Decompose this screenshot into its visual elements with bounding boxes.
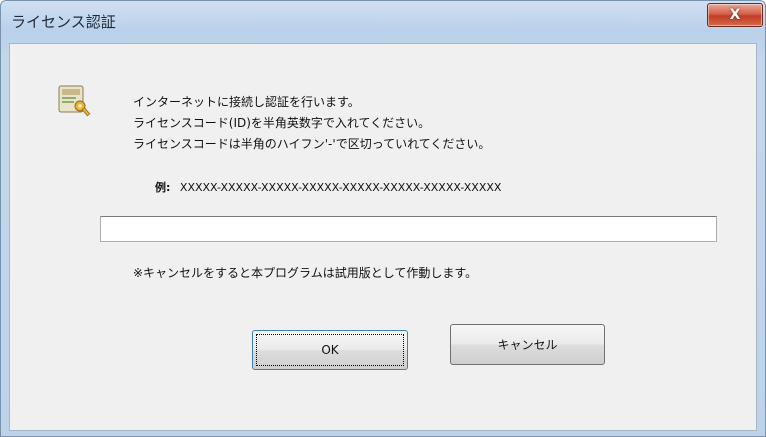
focus-rectangle — [256, 334, 404, 366]
window-title: ライセンス認証 — [11, 13, 116, 31]
code-format-example: 例: XXXXX-XXXXX-XXXXX-XXXXX-XXXXX-XXXXX-X… — [155, 179, 501, 195]
example-value: XXXXX-XXXXX-XXXXX-XXXXX-XXXXX-XXXXX-XXXX… — [179, 181, 502, 194]
license-code-input[interactable] — [100, 216, 717, 242]
cancel-button[interactable]: キャンセル — [450, 324, 605, 365]
title-bar[interactable]: ライセンス認証 X — [1, 1, 765, 43]
dialog-body: インターネットに接続し認証を行います。 ライセンスコード(ID)を半角英数字で入… — [9, 43, 757, 431]
instruction-message: インターネットに接続し認証を行います。 ライセンスコード(ID)を半角英数字で入… — [133, 92, 490, 155]
example-label: 例: — [155, 181, 171, 194]
message-line: インターネットに接続し認証を行います。 — [133, 95, 360, 109]
cancel-note: ※キャンセルをすると本プログラムは試用版として作動します。 — [133, 266, 478, 280]
close-button[interactable]: X — [707, 3, 763, 27]
close-icon: X — [729, 7, 741, 23]
message-line: ライセンスコード(ID)を半角英数字で入れてください。 — [133, 116, 431, 130]
certificate-key-icon — [56, 82, 92, 118]
message-line: ライセンスコードは半角のハイフン'-'で区切っていれてください。 — [133, 137, 491, 151]
cancel-button-label: キャンセル — [497, 338, 558, 352]
ok-button[interactable]: OK — [252, 330, 408, 370]
license-dialog-window: ライセンス認証 X インターネットに接続し認証を行います。 ライセンスコード(I… — [0, 0, 766, 437]
